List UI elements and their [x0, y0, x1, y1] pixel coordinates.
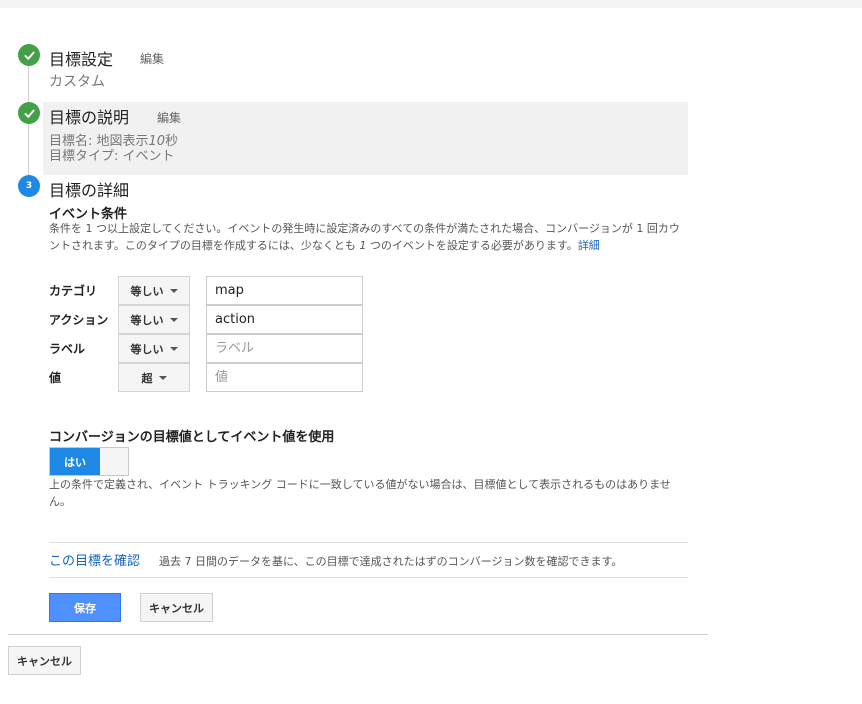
- checkmark-icon: [18, 102, 40, 124]
- caret-down-icon: [169, 317, 178, 322]
- condition-label-value: 値: [49, 371, 62, 385]
- verify-goal-link[interactable]: この目標を確認: [49, 550, 140, 569]
- use-event-value-description: 上の条件で定義され、イベント トラッキング コードに一致している値がない場合は、…: [49, 478, 671, 508]
- details-link[interactable]: 詳細: [578, 239, 600, 252]
- divider: [49, 577, 688, 578]
- divider: [8, 634, 708, 635]
- edit-goal-setup-link[interactable]: 編集: [140, 50, 164, 67]
- action-operator-dropdown[interactable]: 等しい: [118, 305, 190, 334]
- step-goal-details-title: 目標の詳細: [49, 181, 130, 200]
- cancel-button[interactable]: キャンセル: [140, 593, 213, 622]
- checkmark-icon: [18, 44, 40, 66]
- step-goal-setup-title: 目標設定: [49, 50, 114, 69]
- top-bar: [0, 0, 862, 8]
- condition-label-category: カテゴリ: [49, 284, 98, 298]
- toggle-yes-label: はい: [50, 448, 100, 475]
- category-operator-dropdown[interactable]: 等しい: [118, 276, 190, 305]
- condition-label-action: アクション: [49, 313, 109, 327]
- divider: [49, 542, 688, 543]
- outer-cancel-button[interactable]: キャンセル: [8, 646, 81, 675]
- save-button[interactable]: 保存: [49, 593, 121, 622]
- caret-down-icon: [169, 288, 178, 293]
- caret-down-icon: [158, 375, 167, 380]
- value-value-input[interactable]: [206, 363, 363, 392]
- category-value-input[interactable]: [206, 276, 363, 305]
- condition-label-label: ラベル: [49, 342, 86, 356]
- event-conditions-description: 条件を 1 つ以上設定してください。イベントの発生時に設定済みのすべての条件が満…: [49, 222, 680, 252]
- use-event-value-toggle[interactable]: はい: [49, 447, 129, 476]
- step-number-badge: 3: [18, 175, 40, 197]
- label-operator-dropdown[interactable]: 等しい: [118, 334, 190, 363]
- value-operator-dropdown[interactable]: 超: [118, 363, 190, 392]
- step-goal-description-title: 目標の説明: [49, 108, 130, 127]
- caret-down-icon: [169, 346, 178, 351]
- goal-type-line: 目標タイプ: イベント: [49, 149, 175, 164]
- action-value-input[interactable]: [206, 305, 363, 334]
- edit-goal-description-link[interactable]: 編集: [157, 109, 181, 126]
- goal-setup-value: カスタム: [49, 74, 105, 90]
- verify-goal-description: 過去 7 日間のデータを基に、この目標で達成されたはずのコンバージョン数を確認で…: [159, 555, 623, 568]
- label-value-input[interactable]: [206, 334, 363, 363]
- use-event-value-title: コンバージョンの目標値としてイベント値を使用: [49, 430, 335, 445]
- toggle-knob: [100, 448, 128, 475]
